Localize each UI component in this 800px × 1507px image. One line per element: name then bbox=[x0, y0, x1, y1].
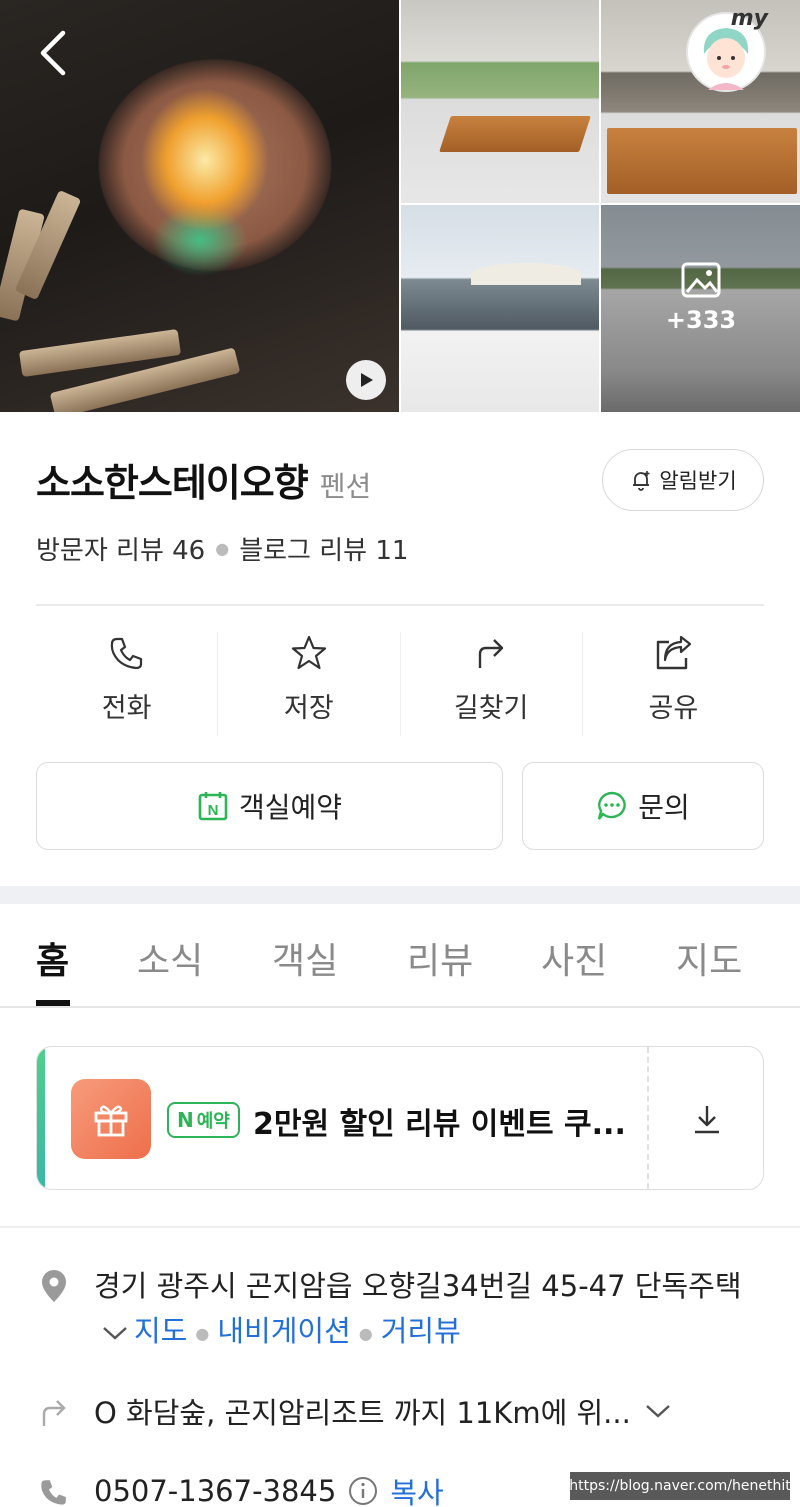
coupon-title: 2만원 할인 리뷰 이벤트 쿠... bbox=[253, 1107, 626, 1142]
blog-watermark: https://blog.naver.com/henethit bbox=[569, 1472, 791, 1500]
phone-icon bbox=[110, 637, 142, 670]
chat-bubble-icon bbox=[598, 791, 627, 820]
photo-thumb-1[interactable] bbox=[401, 0, 599, 203]
action-call[interactable]: 전화 bbox=[36, 632, 219, 736]
action-save[interactable]: 저장 bbox=[218, 632, 401, 736]
directions-arrow-icon bbox=[478, 639, 504, 668]
address-text: 경기 광주시 곤지암읍 오향길34번길 45-47 단독주택 bbox=[94, 1269, 742, 1303]
separator-dot: ● bbox=[215, 539, 230, 558]
star-icon bbox=[291, 635, 326, 670]
section-separator bbox=[0, 886, 800, 904]
action-label: 전화 bbox=[101, 693, 152, 724]
badge-text: 예약 bbox=[196, 1111, 230, 1132]
action-bar: 전화 저장 길찾기 공유 bbox=[36, 632, 764, 736]
coupon-dashed-divider bbox=[647, 1047, 649, 1189]
tab-photos[interactable]: 사진 bbox=[541, 932, 607, 984]
download-icon bbox=[695, 1106, 719, 1134]
bell-plus-icon bbox=[633, 471, 650, 491]
gift-icon-box bbox=[71, 1079, 151, 1159]
play-icon bbox=[361, 373, 373, 387]
tab-bar: 홈 소식 객실 리뷰 사진 지도 bbox=[0, 904, 800, 1008]
coupon-accent-bar bbox=[37, 1047, 45, 1189]
tab-map[interactable]: 지도 bbox=[676, 932, 742, 984]
more-photos-count-overlay[interactable]: +333 bbox=[640, 262, 762, 334]
directions-row[interactable]: O 화담숲, 곤지암리조트 까지 11Km에 위... bbox=[94, 1390, 671, 1432]
coupon-download-button[interactable] bbox=[677, 1097, 737, 1141]
n-reservation-badge: N 예약 bbox=[167, 1102, 240, 1138]
visitor-reviews-link[interactable]: 방문자 리뷰 46 bbox=[36, 530, 205, 567]
chevron-down-icon[interactable] bbox=[102, 1325, 128, 1341]
coupon-banner[interactable]: N 예약 2만원 할인 리뷰 이벤트 쿠... bbox=[36, 1046, 764, 1190]
directions-text: O 화담숲, 곤지암리조트 까지 11Km에 위... bbox=[94, 1396, 631, 1430]
my-label: my bbox=[730, 6, 768, 31]
directions-arrow-icon bbox=[36, 1394, 72, 1430]
reserve-room-button[interactable]: N 객실예약 bbox=[36, 762, 503, 850]
notify-button[interactable]: 알림받기 bbox=[602, 449, 764, 511]
share-icon bbox=[657, 635, 692, 670]
tab-news[interactable]: 소식 bbox=[137, 932, 203, 984]
action-share[interactable]: 공유 bbox=[583, 632, 764, 736]
tab-reviews[interactable]: 리뷰 bbox=[407, 932, 473, 984]
divider bbox=[0, 1226, 800, 1228]
table-decoration bbox=[607, 128, 797, 194]
chevron-left-icon bbox=[40, 30, 66, 76]
parasol-decoration bbox=[471, 263, 581, 285]
calendar-n-icon: N bbox=[198, 792, 228, 821]
separator-dot: ● bbox=[195, 1323, 210, 1343]
more-photos-count: +333 bbox=[665, 306, 737, 334]
location-pin-icon bbox=[36, 1268, 72, 1304]
image-icon bbox=[681, 262, 721, 298]
address-block: 경기 광주시 곤지암읍 오향길34번길 45-47 단독주택지도 ● 내비게이션 ● 거… bbox=[94, 1264, 774, 1356]
place-category: 펜션 bbox=[319, 470, 372, 503]
divider bbox=[36, 604, 764, 606]
phone-row: 0507-1367-3845 복사 bbox=[94, 1470, 444, 1507]
gift-icon bbox=[94, 1105, 128, 1137]
chevron-down-icon bbox=[646, 1405, 670, 1418]
active-tab-indicator bbox=[36, 1000, 70, 1006]
title-row: 소소한스테이오향 펜션 bbox=[36, 452, 371, 507]
inquiry-label: 문의 bbox=[638, 791, 690, 824]
photo-gallery: +333 my bbox=[0, 0, 800, 412]
badge-n: N bbox=[177, 1108, 194, 1132]
tab-rooms[interactable]: 객실 bbox=[272, 932, 338, 984]
my-profile-button[interactable]: my bbox=[686, 6, 768, 92]
reviews-row: 방문자 리뷰 46 ● 블로그 리뷰 11 bbox=[36, 530, 408, 567]
map-link[interactable]: 지도 bbox=[134, 1314, 187, 1348]
phone-icon bbox=[36, 1474, 72, 1507]
reserve-label: 객실예약 bbox=[238, 791, 343, 824]
copy-phone-link[interactable]: 복사 bbox=[390, 1470, 443, 1507]
action-label: 길찾기 bbox=[453, 693, 529, 724]
tab-home[interactable]: 홈 bbox=[36, 932, 69, 984]
action-label: 공유 bbox=[648, 693, 699, 724]
navigation-link[interactable]: 내비게이션 bbox=[217, 1314, 350, 1348]
info-icon[interactable] bbox=[348, 1476, 378, 1506]
phone-number[interactable]: 0507-1367-3845 bbox=[94, 1474, 336, 1507]
action-label: 저장 bbox=[284, 693, 334, 724]
blog-reviews-link[interactable]: 블로그 리뷰 11 bbox=[239, 530, 408, 567]
street-view-link[interactable]: 거리뷰 bbox=[381, 1314, 461, 1348]
table-decoration bbox=[439, 116, 591, 152]
back-button[interactable] bbox=[32, 28, 72, 78]
action-directions[interactable]: 길찾기 bbox=[401, 632, 583, 736]
play-button[interactable] bbox=[346, 360, 386, 400]
inquiry-button[interactable]: 문의 bbox=[522, 762, 764, 850]
notify-label: 알림받기 bbox=[659, 469, 737, 493]
place-name: 소소한스테이오향 bbox=[36, 461, 309, 505]
separator-dot: ● bbox=[358, 1323, 373, 1343]
photo-thumb-3[interactable] bbox=[401, 205, 599, 412]
svg-text:N: N bbox=[208, 802, 219, 819]
